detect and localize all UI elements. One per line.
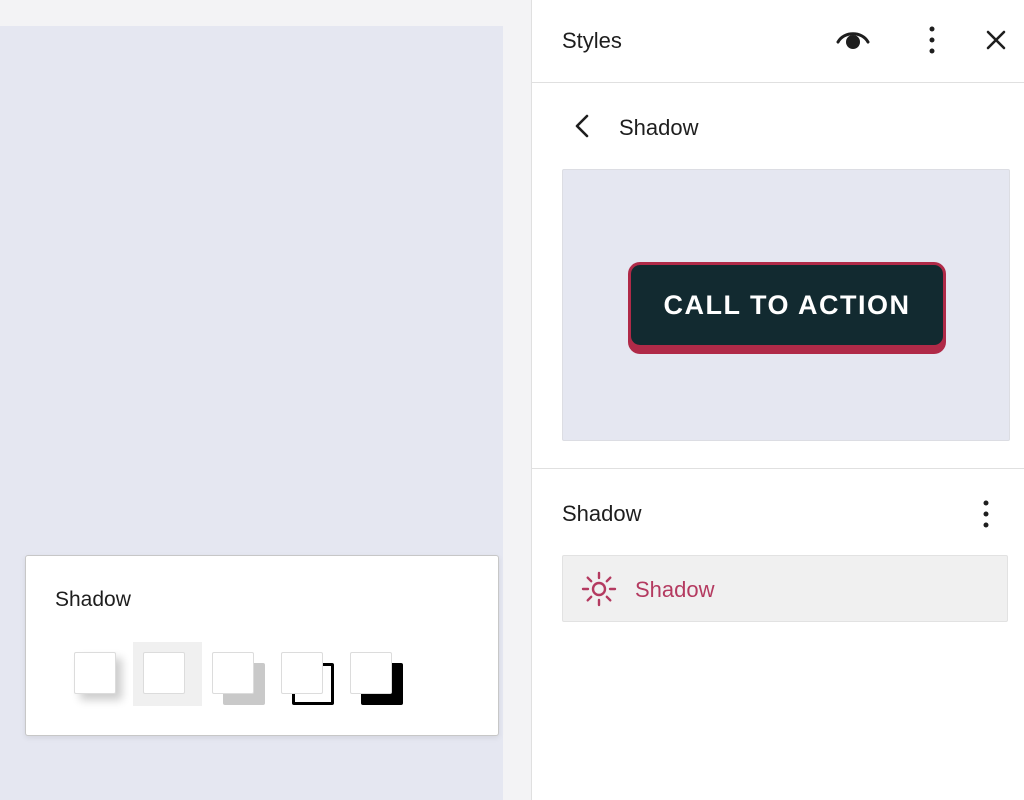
- sidebar-title: Styles: [562, 28, 622, 53]
- shadow-presets: [64, 642, 414, 706]
- preview-cta-button: CALL TO ACTION: [628, 262, 946, 348]
- panel-title: Shadow: [619, 115, 699, 140]
- shadow-section-title: Shadow: [562, 501, 642, 526]
- shadow-preset-sharp[interactable]: [202, 642, 271, 706]
- shadow-preset-crisp[interactable]: [340, 642, 409, 706]
- more-vertical-icon: [929, 26, 935, 54]
- shadow-preset-natural[interactable]: [64, 642, 133, 706]
- style-book-button[interactable]: [833, 20, 873, 60]
- sun-icon: [581, 571, 617, 607]
- close-icon: [986, 30, 1006, 50]
- shadow-control-item[interactable]: Shadow: [562, 555, 1008, 622]
- styles-sidebar: Styles Shadow CALL TO ACTION Shadow Shad…: [531, 0, 1024, 800]
- close-button[interactable]: [976, 20, 1016, 60]
- chevron-left-icon: [575, 114, 589, 138]
- more-vertical-icon: [983, 500, 989, 528]
- back-button[interactable]: [566, 108, 598, 144]
- shadow-preset-outlined[interactable]: [271, 642, 340, 706]
- popover-title: Shadow: [55, 588, 131, 611]
- shadow-popover: Shadow: [25, 555, 499, 736]
- sidebar-header: Styles: [532, 0, 1024, 83]
- shadow-preset-none[interactable]: [133, 642, 202, 706]
- eye-icon: [836, 32, 870, 49]
- editor-canvas: Shadow: [0, 0, 531, 800]
- shadow-section-options-button[interactable]: [966, 494, 1006, 534]
- shadow-item-label: Shadow: [635, 577, 715, 602]
- more-options-button[interactable]: [912, 20, 952, 60]
- section-divider: [532, 468, 1024, 469]
- style-preview: CALL TO ACTION: [562, 169, 1010, 441]
